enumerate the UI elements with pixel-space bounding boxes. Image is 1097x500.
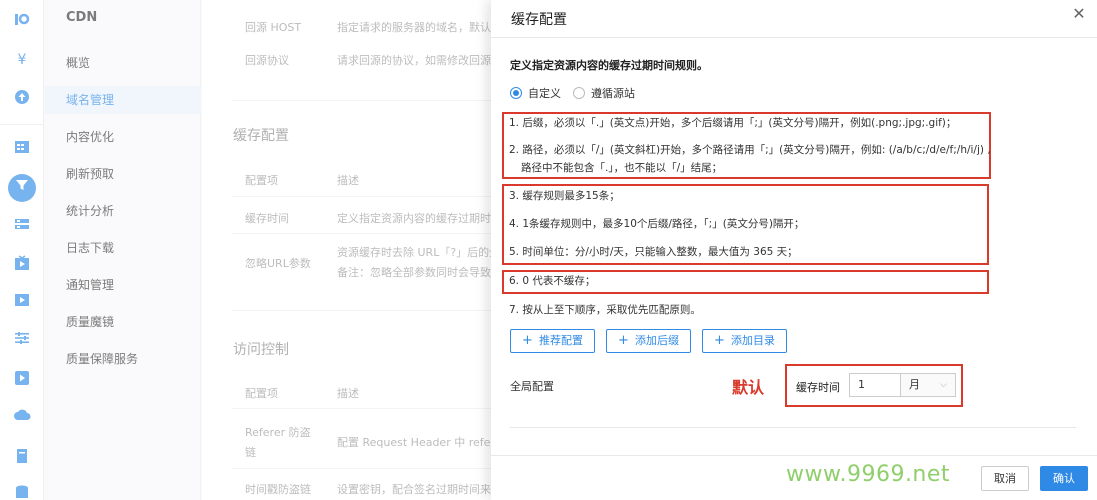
chevron-down-icon: ⌵ — [940, 380, 947, 390]
plus-icon: + — [618, 333, 629, 348]
add-directory-button[interactable]: + 添加目录 — [702, 329, 787, 353]
radio-unchecked-icon — [573, 87, 585, 99]
rule-text: 路径中不能包含「.」，也不能以「/」结尾； — [521, 162, 723, 174]
recommend-config-button[interactable]: + 推荐配置 — [510, 329, 595, 353]
rule-text: 2. 路径，必须以「/」(英文斜杠)开始，多个路径请用「;」(英文分号)隔开，例… — [509, 144, 991, 156]
rule-text: 5. 时间单位：分/小时/天，只能输入整数，最大值为 365 天； — [509, 246, 798, 258]
radio-custom[interactable]: 自定义 — [510, 86, 561, 100]
global-config-label: 全局配置 — [510, 380, 554, 393]
plus-icon: + — [714, 333, 725, 348]
cache-config-drawer: 缓存配置 ✕ 定义指定资源内容的缓存过期时间规则。 自定义 遵循源站 1. 后缀… — [491, 0, 1097, 500]
rule-text: 3. 缓存规则最多15条； — [509, 190, 620, 202]
default-annotation: 默认 — [732, 378, 765, 397]
radio-follow-origin[interactable]: 遵循源站 — [573, 86, 635, 100]
rule-text: 7. 按从上至下顺序，采取优先匹配原则。 — [509, 304, 701, 316]
rule-text: 1. 后缀，必须以「.」(英文点)开始，多个后缀请用「;」(英文分号)隔开，例如… — [509, 117, 957, 129]
confirm-button[interactable]: 确认 — [1040, 466, 1088, 491]
rule-text: 6. 0 代表不缓存； — [509, 275, 596, 287]
cache-time-box: 缓存时间 1 月 ⌵ — [785, 364, 963, 407]
cache-time-input[interactable]: 1 — [849, 373, 901, 397]
radio-label: 遵循源站 — [591, 87, 635, 100]
cancel-button[interactable]: 取消 — [981, 466, 1029, 491]
cache-time-unit-select[interactable]: 月 ⌵ — [901, 373, 956, 397]
drawer-description: 定义指定资源内容的缓存过期时间规则。 — [510, 59, 708, 72]
radio-checked-icon — [510, 87, 522, 99]
close-icon[interactable]: ✕ — [1071, 6, 1087, 22]
cache-time-label: 缓存时间 — [796, 381, 840, 394]
plus-icon: + — [522, 333, 533, 348]
rule-text: 4. 1条缓存规则中，最多10个后缀/路径，「;」(英文分号)隔开； — [509, 218, 805, 230]
radio-label: 自定义 — [528, 87, 561, 100]
watermark: www.9969.net — [786, 462, 951, 487]
drawer-title: 缓存配置 — [511, 12, 567, 28]
add-suffix-button[interactable]: + 添加后缀 — [606, 329, 691, 353]
